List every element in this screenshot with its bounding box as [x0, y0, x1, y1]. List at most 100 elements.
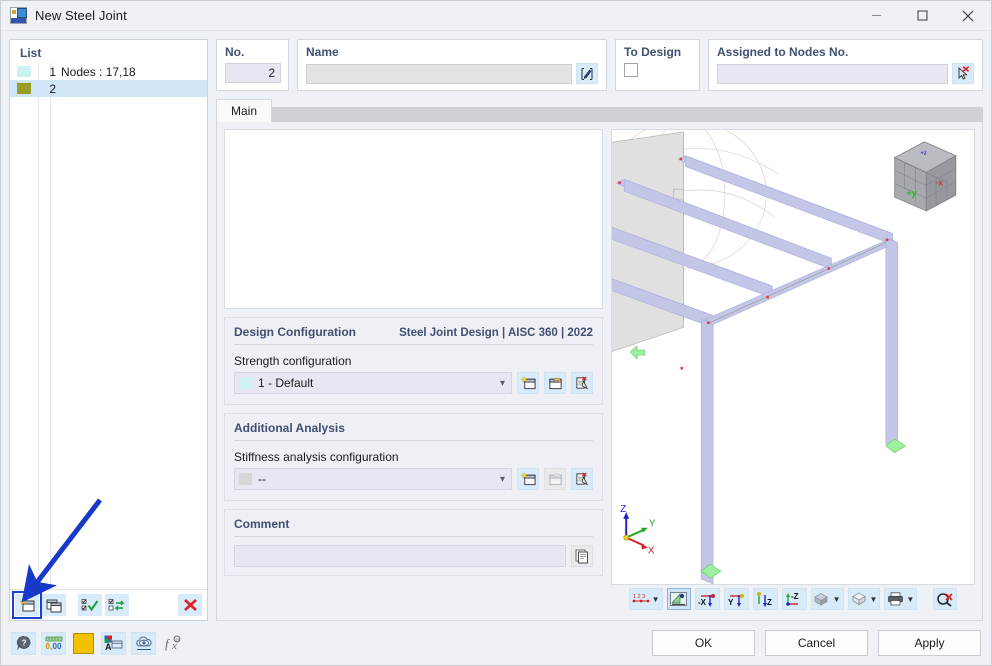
list-item-color-swatch: [17, 83, 31, 94]
name-label: Name: [306, 45, 339, 59]
apply-button[interactable]: Apply: [878, 630, 981, 656]
svg-text:1 2 3: 1 2 3: [633, 594, 645, 600]
chevron-down-icon: ▼: [869, 594, 878, 604]
chevron-down-icon: ▼: [832, 594, 841, 604]
function-button[interactable]: f x @: [161, 632, 186, 655]
viewport-column: +y -x +z Z Y X 1 2 3 ▼ -X Y Z -Z ▼ ▼ ▼: [611, 129, 975, 613]
model-viewport[interactable]: +y -x +z Z Y X: [611, 129, 975, 585]
header-fields: No. 2 Name To Design Assigned to Nodes N…: [216, 39, 983, 91]
joint-preview-area: [224, 129, 603, 309]
list-item-label: Nodes : 17,18: [61, 64, 136, 79]
to-design-label: To Design: [624, 45, 682, 59]
chevron-down-icon: ▾: [499, 473, 505, 485]
wireframe-dropdown-button[interactable]: ▼: [847, 588, 881, 610]
dialog-buttons: OK Cancel Apply: [652, 630, 981, 656]
number-format-button[interactable]: 0, 00: [41, 631, 66, 655]
edit-stiffness-config-button: [544, 468, 566, 490]
list-item[interactable]: 1 Nodes : 17,18: [10, 63, 207, 80]
new-configuration-button[interactable]: [517, 372, 539, 394]
copy-pages-icon[interactable]: [571, 545, 593, 567]
close-button[interactable]: [945, 1, 991, 30]
new-stiffness-config-button[interactable]: [517, 468, 539, 490]
design-standard-label: Steel Joint Design | AISC 360 | 2022: [399, 327, 593, 339]
to-design-checkbox[interactable]: [624, 63, 638, 77]
svg-text:Y: Y: [649, 519, 656, 530]
stiffness-analysis-label: Stiffness analysis configuration: [234, 450, 399, 464]
name-input[interactable]: [306, 63, 573, 84]
svg-text:Y: Y: [728, 598, 734, 607]
window-controls: [853, 1, 991, 30]
no-label: No.: [225, 45, 245, 59]
svg-text:f: f: [165, 636, 171, 651]
stiffness-configuration-swatch: [239, 473, 252, 485]
svg-text:-X: -X: [698, 598, 707, 607]
pencil-edit-icon[interactable]: [576, 63, 598, 84]
numbering-dropdown-button[interactable]: 1 2 3 ▼: [628, 588, 663, 610]
color-swatch-button[interactable]: [71, 632, 96, 655]
minimize-button[interactable]: [853, 1, 899, 30]
chevron-down-icon: ▼: [906, 594, 915, 604]
delete-stiffness-config-button[interactable]: [571, 468, 593, 490]
select-all-button[interactable]: [78, 594, 102, 616]
delete-configuration-button[interactable]: [571, 372, 593, 394]
no-input[interactable]: 2: [225, 63, 281, 83]
dialog-body: List 1 Nodes : 17,18 2 No. 2 Name To Des…: [1, 31, 991, 621]
maximize-button[interactable]: [899, 1, 945, 30]
strength-configuration-label: Strength configuration: [234, 354, 352, 368]
stiffness-configuration-select[interactable]: -- ▾: [234, 468, 512, 490]
stiffness-configuration-value: --: [258, 472, 266, 486]
svg-text:0,: 0,: [45, 642, 52, 651]
additional-analysis-title: Additional Analysis: [234, 421, 345, 435]
cancel-button[interactable]: Cancel: [765, 630, 868, 656]
shading-dropdown-button[interactable]: ▼: [810, 588, 844, 610]
design-configuration-section: Design Configuration Steel Joint Design …: [224, 317, 603, 405]
edit-configuration-button[interactable]: [544, 372, 566, 394]
assigned-nodes-label: Assigned to Nodes No.: [717, 45, 849, 59]
chevron-down-icon: ▾: [499, 377, 505, 389]
ok-button[interactable]: OK: [652, 630, 755, 656]
view-settings-button[interactable]: [131, 631, 156, 655]
comment-input[interactable]: [234, 545, 566, 567]
assigned-nodes-input[interactable]: [717, 63, 948, 84]
render-mode-button[interactable]: [666, 588, 691, 610]
copy-item-button[interactable]: [42, 594, 66, 616]
comment-title: Comment: [234, 517, 290, 531]
delete-item-button[interactable]: [178, 594, 202, 616]
svg-text:@: @: [175, 637, 180, 642]
clear-selection-button[interactable]: [933, 588, 958, 610]
list-header: List: [10, 40, 207, 63]
window-title: New Steel Joint: [35, 8, 127, 23]
svg-text:-x: -x: [935, 177, 943, 187]
list-item[interactable]: 2: [10, 80, 207, 97]
tab-main[interactable]: Main: [216, 99, 273, 122]
view-y-button[interactable]: Y: [723, 588, 749, 610]
new-item-button[interactable]: [12, 591, 42, 619]
chevron-down-icon: ▼: [651, 594, 660, 604]
main-column: No. 2 Name To Design Assigned to Nodes N…: [216, 39, 983, 621]
title-bar: New Steel Joint: [1, 1, 991, 31]
list-rows[interactable]: 1 Nodes : 17,18 2: [10, 63, 207, 589]
view-z-button[interactable]: Z: [752, 588, 778, 610]
pick-nodes-cursor-icon[interactable]: [952, 63, 974, 84]
svg-text:A: A: [105, 642, 112, 651]
list-item-color-swatch: [17, 66, 31, 77]
display-properties-button[interactable]: A: [101, 631, 126, 655]
tab-strip: Main: [216, 99, 983, 122]
view-minus-x-button[interactable]: -X: [694, 588, 720, 610]
yellow-color-square-icon: [73, 632, 94, 654]
svg-text:Z: Z: [620, 504, 626, 515]
print-dropdown-button[interactable]: ▼: [884, 588, 918, 610]
strength-configuration-value: 1 - Default: [258, 376, 314, 390]
strength-configuration-select[interactable]: 1 - Default ▾: [234, 372, 512, 394]
steel-joint-app-icon: [10, 7, 27, 24]
help-button[interactable]: ?: [11, 631, 36, 655]
svg-text:X: X: [648, 545, 655, 556]
comment-section: Comment: [224, 509, 603, 576]
list-panel: List 1 Nodes : 17,18 2: [9, 39, 208, 621]
svg-text:Z: Z: [767, 598, 772, 607]
invert-selection-button[interactable]: [105, 594, 129, 616]
svg-text:?: ?: [21, 639, 26, 648]
list-item-number: 2: [49, 81, 56, 96]
view-minus-z-button[interactable]: -Z: [781, 588, 807, 610]
dialog-footer: ? 0, 00 A f x @ OK Cancel Apply: [1, 621, 991, 665]
